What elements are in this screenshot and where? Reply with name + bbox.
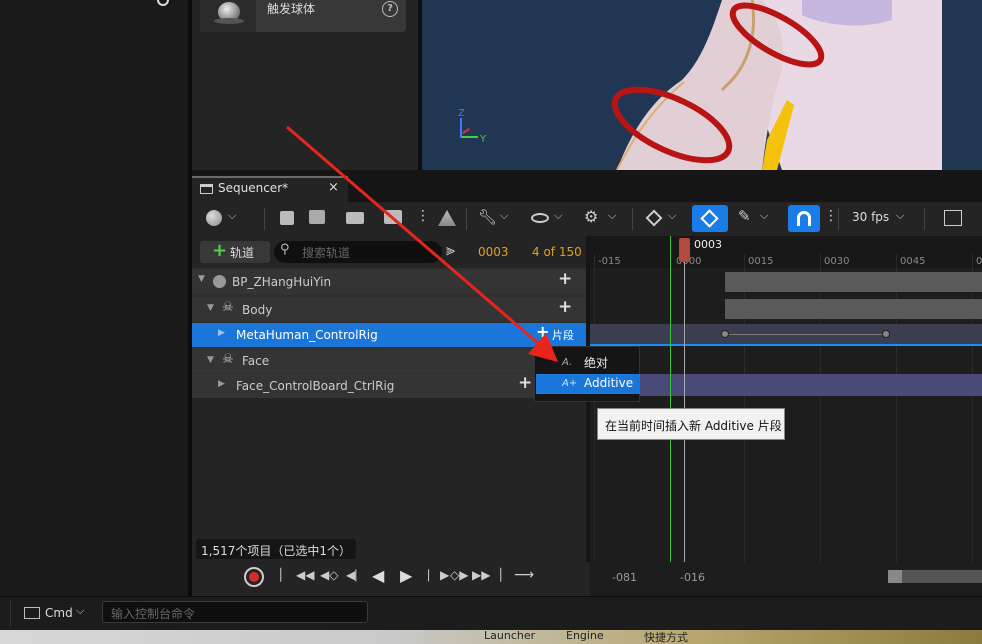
taskbar-item[interactable]: 快捷方式	[644, 630, 688, 644]
console-placeholder: 输入控制台命令	[111, 607, 196, 621]
annotation-arrow	[286, 125, 558, 362]
cmd-label: Cmd	[45, 606, 73, 620]
chevron-down-icon: ⌵	[76, 604, 85, 617]
taskbar-item[interactable]: Engine	[566, 630, 604, 642]
cmd-selector[interactable]: Cmd ⌵	[20, 601, 94, 625]
desktop-taskbar: Launcher Engine 快捷方式	[0, 630, 982, 644]
terminal-icon	[24, 607, 40, 619]
console-command-input[interactable]: 输入控制台命令	[102, 601, 368, 623]
taskbar-item[interactable]: Launcher	[484, 630, 535, 642]
console-divider	[10, 600, 11, 626]
